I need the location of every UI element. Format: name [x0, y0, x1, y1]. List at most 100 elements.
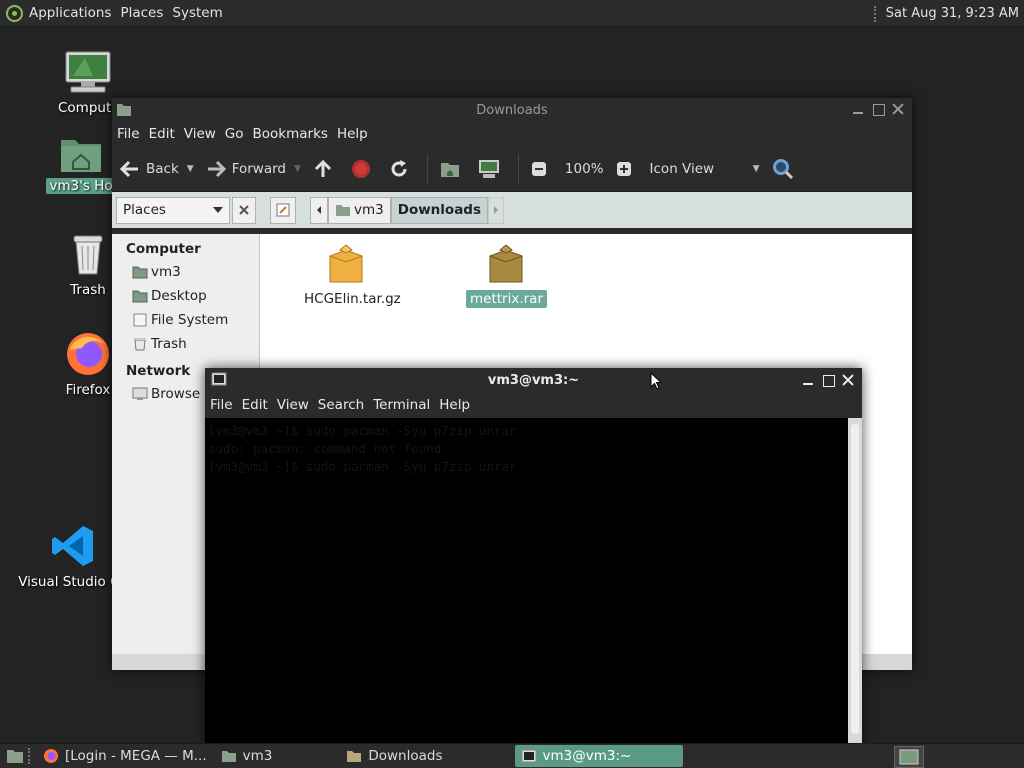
breadcrumb-right-button[interactable]: [488, 196, 505, 224]
reload-button[interactable]: [389, 159, 415, 179]
toolbar-separator: [517, 153, 519, 184]
sidebar-item-file-system[interactable]: File System: [112, 308, 259, 332]
scrollbar-thumb[interactable]: [851, 424, 859, 734]
trash-icon: [73, 235, 103, 275]
menu-help[interactable]: Help: [439, 397, 470, 413]
firefox-icon: [67, 333, 109, 375]
sidebar-item-trash[interactable]: Trash: [112, 332, 259, 356]
file-item-selected[interactable]: mettrix.rar: [466, 244, 547, 308]
menu-terminal[interactable]: Terminal: [373, 397, 430, 413]
menu-file[interactable]: File: [117, 126, 140, 142]
chevron-left-icon: [317, 206, 321, 214]
search-button[interactable]: [772, 158, 800, 180]
menu-help[interactable]: Help: [337, 126, 368, 142]
sidebar-heading-computer: Computer: [126, 241, 201, 257]
panel-separator: [873, 5, 877, 22]
close-icon: [239, 205, 249, 215]
menu-go[interactable]: Go: [225, 126, 244, 142]
clock-area: Sat Aug 31, 9:23 AM: [873, 0, 1019, 27]
breadcrumb-item-vm3[interactable]: vm3: [328, 196, 391, 224]
zoom-out-button[interactable]: [531, 161, 553, 177]
view-mode-label: Icon View: [649, 160, 715, 177]
taskbar-item-label: [Login - MEGA — M...: [65, 748, 207, 764]
forward-dropdown-icon[interactable]: ▼: [294, 164, 301, 174]
home-folder-icon: [440, 162, 459, 177]
system-menu[interactable]: System: [172, 5, 222, 21]
terminal-icon: [521, 749, 536, 763]
sidebar-item-desktop[interactable]: Desktop: [112, 284, 259, 308]
menu-search[interactable]: Search: [318, 397, 364, 413]
file-item[interactable]: HCGElin.tar.gz: [300, 244, 401, 308]
desktop-icon-firefox[interactable]: Firefox: [60, 330, 116, 398]
breadcrumb-left-button[interactable]: [310, 196, 328, 224]
terminal-output[interactable]: [vm3@vm3 ~]$ sudo pacman -Syu p7zip unra…: [205, 418, 848, 743]
terminal-window: vm3@vm3:~ File Edit View Search Terminal…: [205, 368, 862, 743]
terminal-line: [vm3@vm3 ~]$ sudo pacman -Syu p7zip unra…: [208, 459, 517, 474]
desktop-icon-home[interactable]: vm3's Ho: [46, 132, 116, 194]
menu-edit[interactable]: Edit: [149, 126, 175, 142]
zoom-in-icon: [616, 161, 631, 176]
sidebar-item-vm3[interactable]: vm3: [112, 260, 259, 284]
back-button[interactable]: Back ▼: [120, 160, 194, 178]
taskbar-item-vm3[interactable]: vm3: [215, 745, 279, 767]
menu-file[interactable]: File: [210, 397, 233, 413]
menu-view[interactable]: View: [184, 126, 216, 142]
taskbar-item-downloads[interactable]: Downloads: [340, 745, 448, 767]
firefox-icon: [44, 749, 58, 763]
close-button[interactable]: [890, 101, 906, 117]
home-button[interactable]: [440, 160, 466, 178]
forward-label: Forward: [231, 160, 286, 177]
forward-arrow-icon: [207, 160, 226, 177]
desktop-icon-label: Compute: [58, 100, 120, 116]
top-panel: Applications Places System Sat Aug 31, 9…: [0, 0, 1024, 27]
places-select[interactable]: Places: [116, 196, 230, 224]
maximize-button[interactable]: [820, 372, 836, 388]
home-folder-icon: [61, 140, 101, 172]
minimize-button[interactable]: [800, 372, 816, 388]
clock[interactable]: Sat Aug 31, 9:23 AM: [886, 6, 1019, 21]
menu-bookmarks[interactable]: Bookmarks: [253, 126, 328, 142]
up-arrow-icon: [314, 159, 331, 177]
desktop-icon-computer[interactable]: Compute: [58, 50, 120, 116]
stop-icon: [351, 159, 370, 178]
forward-button[interactable]: Forward ▼: [206, 160, 301, 178]
close-sidebar-button[interactable]: [232, 196, 256, 224]
computer-icon: [478, 159, 499, 178]
show-desktop-button[interactable]: [4, 746, 26, 766]
menu-edit[interactable]: Edit: [242, 397, 268, 413]
zoom-in-button[interactable]: [616, 161, 638, 177]
up-button[interactable]: [313, 159, 339, 179]
archive-icon: [329, 244, 363, 283]
terminal-titlebar[interactable]: vm3@vm3:~: [205, 368, 862, 392]
back-dropdown-icon[interactable]: ▼: [187, 164, 194, 174]
workspace-switcher[interactable]: [894, 746, 924, 768]
taskbar-item-firefox[interactable]: [Login - MEGA — M...: [37, 745, 213, 767]
desktop-icon-label: vm3's Ho: [46, 178, 116, 194]
window-controls: [800, 372, 856, 388]
maximize-button[interactable]: [870, 101, 886, 117]
mouse-pointer-icon: [650, 372, 662, 390]
file-manager-toolbar: Back ▼ Forward ▼ 100% Icon View ▼: [112, 146, 912, 192]
file-manager-titlebar[interactable]: Downloads: [112, 98, 912, 122]
close-button[interactable]: [840, 372, 856, 388]
places-menu[interactable]: Places: [120, 5, 163, 21]
taskbar-item-terminal[interactable]: vm3@vm3:~: [514, 745, 683, 767]
file-name: mettrix.rar: [466, 290, 547, 308]
search-icon: [772, 158, 793, 179]
desktop-icon-trash[interactable]: Trash: [60, 232, 116, 298]
view-mode-select[interactable]: Icon View ▼: [650, 161, 760, 177]
minimize-button[interactable]: [850, 101, 866, 117]
zoom-level[interactable]: 100%: [565, 161, 604, 177]
stop-button[interactable]: [351, 159, 377, 179]
menu-view[interactable]: View: [277, 397, 309, 413]
applications-menu[interactable]: Applications: [29, 5, 111, 21]
toggle-location-entry-button[interactable]: [270, 196, 296, 224]
folder-icon: [347, 751, 362, 762]
distro-logo-icon[interactable]: [6, 4, 23, 22]
breadcrumb-label: Downloads: [397, 202, 482, 218]
breadcrumb-item-downloads[interactable]: Downloads: [390, 196, 489, 224]
computer-button[interactable]: [478, 159, 506, 179]
terminal-scrollbar[interactable]: [848, 418, 862, 743]
breadcrumb-label: vm3: [354, 202, 384, 218]
taskbar-item-label: vm3: [242, 748, 273, 764]
